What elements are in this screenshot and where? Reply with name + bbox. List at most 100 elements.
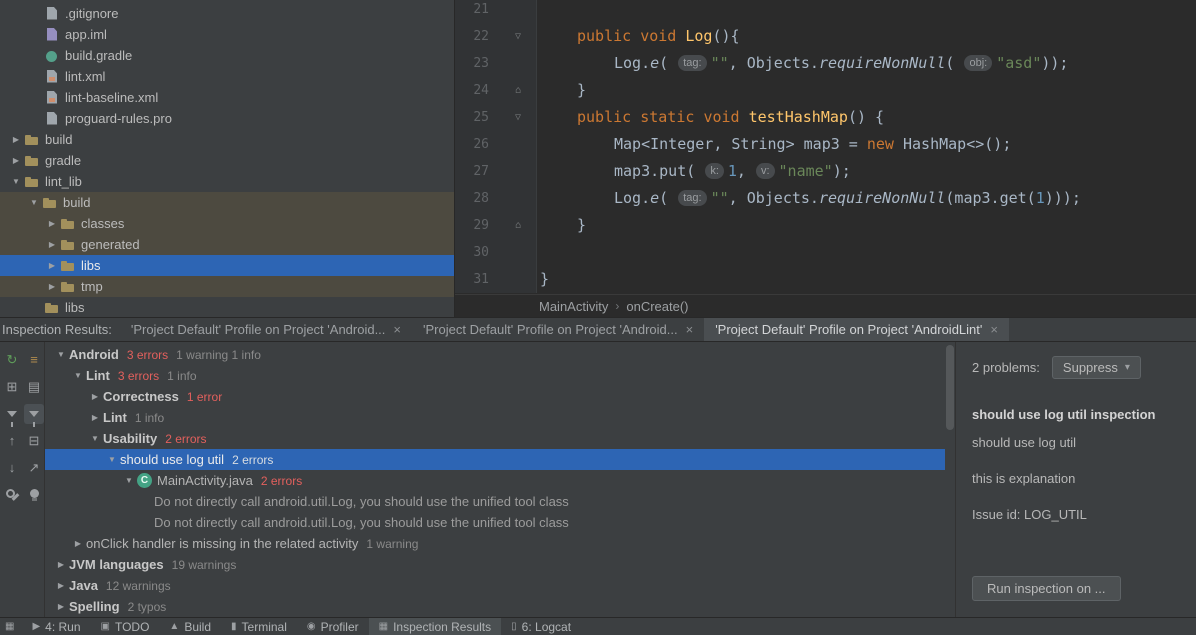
project-tree-item[interactable]: build.gradle bbox=[0, 45, 454, 66]
chevron-right-icon[interactable]: ▶ bbox=[44, 213, 60, 234]
project-tree-item[interactable]: libs bbox=[0, 297, 454, 317]
code-line[interactable]: 28Log.e( tag:"", Objects.requireNonNull(… bbox=[455, 185, 1196, 212]
inspection-tree-item[interactable]: ▶Lint1 info bbox=[45, 407, 945, 428]
toolwindow-button-profiler[interactable]: ◉Profiler bbox=[297, 618, 369, 635]
inspection-tree-item[interactable]: ▼should use log util2 errors bbox=[45, 449, 945, 470]
suppress-button[interactable]: Suppress ▾ bbox=[1052, 356, 1141, 379]
code-line[interactable]: 29⌂} bbox=[455, 212, 1196, 239]
gutter[interactable]: 28 bbox=[455, 185, 537, 212]
inspection-tree-item[interactable]: ▼MainActivity.java2 errors bbox=[45, 470, 945, 491]
inspection-tree-item[interactable]: ▼Usability2 errors bbox=[45, 428, 945, 449]
toolwindow-button-terminal[interactable]: ▮Terminal bbox=[221, 618, 297, 635]
chevron-right-icon[interactable]: ▶ bbox=[8, 150, 24, 171]
chevron-down-icon[interactable]: ▼ bbox=[70, 365, 86, 386]
inspection-tree-item[interactable]: ▼Android3 errors1 warning 1 info bbox=[45, 344, 945, 365]
previous-problem-icon[interactable]: ↑ bbox=[2, 431, 22, 451]
gutter[interactable]: 22▽ bbox=[455, 23, 537, 50]
project-tree-item[interactable]: .gitignore bbox=[0, 3, 454, 24]
inspection-profile-tab[interactable]: 'Project Default' Profile on Project 'An… bbox=[412, 318, 704, 341]
chevron-right-icon[interactable]: ▶ bbox=[44, 276, 60, 297]
inspection-tree-item[interactable]: ▶onClick handler is missing in the relat… bbox=[45, 533, 945, 554]
gutter[interactable]: 29⌂ bbox=[455, 212, 537, 239]
inspection-tree-item[interactable]: ▶Spelling2 typos bbox=[45, 596, 945, 617]
fold-end-icon[interactable]: ⌂ bbox=[489, 212, 536, 239]
project-tree-item[interactable]: ▶tmp bbox=[0, 276, 454, 297]
toolwindow-button-run[interactable]: ▶4: Run bbox=[22, 618, 90, 635]
gutter[interactable]: 25▽ bbox=[455, 104, 537, 131]
chevron-down-icon[interactable]: ▼ bbox=[121, 470, 137, 491]
chevron-down-icon[interactable]: ▼ bbox=[8, 171, 24, 192]
gutter[interactable]: 27 bbox=[455, 158, 537, 185]
expand-all-icon[interactable]: ⊞ bbox=[2, 377, 22, 397]
close-icon[interactable]: × bbox=[686, 323, 694, 336]
code-line[interactable]: 24⌂} bbox=[455, 77, 1196, 104]
fold-end-icon[interactable]: ⌂ bbox=[489, 77, 536, 104]
chevron-down-icon[interactable]: ▼ bbox=[87, 428, 103, 449]
preview-icon[interactable]: ▤ bbox=[24, 377, 44, 397]
toolwindow-button-todo[interactable]: ▣TODO bbox=[91, 618, 160, 635]
fold-start-icon[interactable]: ▽ bbox=[489, 104, 536, 131]
code-line[interactable]: 31} bbox=[455, 266, 1196, 293]
chevron-right-icon[interactable]: ▶ bbox=[8, 129, 24, 150]
gutter[interactable]: 31 bbox=[455, 266, 537, 293]
toolwindow-button-build[interactable]: ▲Build bbox=[159, 618, 221, 635]
chevron-right-icon[interactable]: ▶ bbox=[44, 234, 60, 255]
chevron-right-icon[interactable]: ▶ bbox=[87, 407, 103, 428]
close-icon[interactable]: × bbox=[393, 323, 401, 336]
project-tree-item[interactable]: ▶libs bbox=[0, 255, 454, 276]
code-editor[interactable]: 2122▽public void Log(){23Log.e( tag:"", … bbox=[455, 0, 1196, 294]
toolwindow-stripe-icon[interactable]: ▦ bbox=[0, 621, 22, 632]
chevron-right-icon[interactable]: ▶ bbox=[44, 255, 60, 276]
chevron-right-icon[interactable]: ▶ bbox=[53, 554, 69, 575]
group-by-severity-icon[interactable] bbox=[2, 404, 22, 424]
chevron-right-icon[interactable]: ▶ bbox=[87, 386, 103, 407]
breadcrumb-item-method[interactable]: onCreate() bbox=[626, 299, 688, 314]
profile-settings-icon[interactable]: ≡ bbox=[24, 350, 44, 370]
gutter[interactable]: 21 bbox=[455, 0, 537, 23]
inspection-profile-tab[interactable]: 'Project Default' Profile on Project 'An… bbox=[120, 318, 412, 341]
project-tree-item[interactable]: app.iml bbox=[0, 24, 454, 45]
project-tree-item[interactable]: lint.xml bbox=[0, 66, 454, 87]
gutter[interactable]: 24⌂ bbox=[455, 77, 537, 104]
inspection-tree-item[interactable]: Do not directly call android.util.Log, y… bbox=[45, 512, 945, 533]
gutter[interactable]: 30 bbox=[455, 239, 537, 266]
export-icon[interactable]: ↗ bbox=[24, 458, 44, 478]
chevron-down-icon[interactable]: ▼ bbox=[104, 449, 120, 470]
code-line[interactable]: 21 bbox=[455, 0, 1196, 23]
gutter[interactable]: 23 bbox=[455, 50, 537, 77]
rerun-inspection-icon[interactable]: ↻ bbox=[2, 350, 22, 370]
quick-fix-icon[interactable] bbox=[24, 485, 44, 505]
run-inspection-button[interactable]: Run inspection on ... bbox=[972, 576, 1121, 601]
chevron-right-icon[interactable]: ▶ bbox=[70, 533, 86, 554]
code-line[interactable]: 26Map<Integer, String> map3 = new HashMa… bbox=[455, 131, 1196, 158]
edit-settings-icon[interactable] bbox=[2, 485, 22, 505]
inspection-tree-item[interactable]: ▼Lint3 errors1 info bbox=[45, 365, 945, 386]
project-tree-item[interactable]: lint-baseline.xml bbox=[0, 87, 454, 108]
project-tree-item[interactable]: ▼lint_lib bbox=[0, 171, 454, 192]
collapse-all-icon[interactable]: ⊟ bbox=[24, 431, 44, 451]
code-line[interactable]: 30 bbox=[455, 239, 1196, 266]
toolwindow-button-inspection-results[interactable]: ▦Inspection Results bbox=[369, 618, 502, 635]
toolwindow-button-logcat[interactable]: ▯6: Logcat bbox=[501, 618, 581, 635]
project-tree-item[interactable]: ▶build bbox=[0, 129, 454, 150]
project-tree-item[interactable]: ▼build bbox=[0, 192, 454, 213]
inspection-tree-item[interactable]: Do not directly call android.util.Log, y… bbox=[45, 491, 945, 512]
chevron-down-icon[interactable]: ▼ bbox=[26, 192, 42, 213]
chevron-down-icon[interactable]: ▼ bbox=[53, 344, 69, 365]
scrollbar-thumb[interactable] bbox=[946, 345, 954, 430]
inspection-tree-item[interactable]: ▶JVM languages19 warnings bbox=[45, 554, 945, 575]
inspection-tree-item[interactable]: ▶Correctness1 error bbox=[45, 386, 945, 407]
breadcrumb-item-class[interactable]: MainActivity bbox=[539, 299, 608, 314]
project-tree-item[interactable]: ▶gradle bbox=[0, 150, 454, 171]
project-tree-item[interactable]: ▶classes bbox=[0, 213, 454, 234]
code-line[interactable]: 23Log.e( tag:"", Objects.requireNonNull(… bbox=[455, 50, 1196, 77]
filter-icon[interactable] bbox=[24, 404, 44, 424]
chevron-right-icon[interactable]: ▶ bbox=[53, 575, 69, 596]
inspection-tree-item[interactable]: ▶Java12 warnings bbox=[45, 575, 945, 596]
code-line[interactable]: 22▽public void Log(){ bbox=[455, 23, 1196, 50]
fold-start-icon[interactable]: ▽ bbox=[489, 23, 536, 50]
code-line[interactable]: 27map3.put( k:1, v:"name"); bbox=[455, 158, 1196, 185]
close-icon[interactable]: × bbox=[990, 323, 998, 336]
inspection-profile-tab[interactable]: 'Project Default' Profile on Project 'An… bbox=[704, 318, 1009, 341]
chevron-right-icon[interactable]: ▶ bbox=[53, 596, 69, 617]
